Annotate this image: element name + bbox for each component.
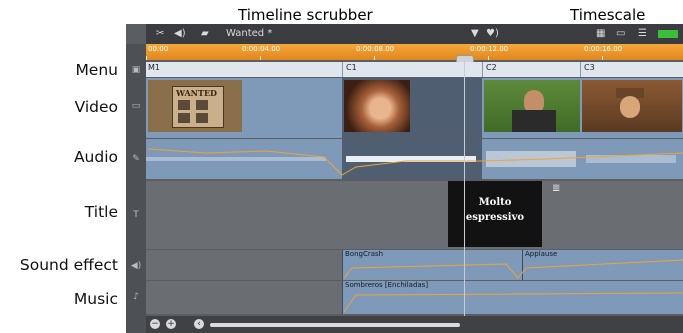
menu-label: Menu bbox=[75, 61, 118, 79]
folder-icon[interactable]: ▰ bbox=[201, 27, 209, 41]
music-volume-line bbox=[343, 292, 683, 313]
title-line: Molto bbox=[478, 197, 512, 208]
title-track-icon: T bbox=[133, 210, 139, 220]
audio-track: ✎ ◀ bbox=[132, 139, 683, 179]
music-label: Music bbox=[73, 290, 118, 308]
tick-label: 0:00:04.00 bbox=[242, 45, 281, 53]
horizontal-scrollbar[interactable] bbox=[210, 323, 460, 327]
voiceover-icon[interactable]: ♥) bbox=[486, 27, 499, 41]
zoom-in-icon[interactable]: + bbox=[166, 319, 176, 329]
audio-mic-icon: ✎ bbox=[132, 154, 140, 164]
zoom-out-icon[interactable]: − bbox=[150, 319, 160, 329]
playhead-line bbox=[464, 60, 465, 316]
tick-label: 00:00 bbox=[148, 45, 169, 53]
timeline-toolbar: ✂ ◀) ▰ Wanted * ▼ ♥) ▦ ▭ ☰ bbox=[146, 24, 683, 44]
chapter-marker[interactable]: C3 bbox=[584, 63, 595, 72]
track-icon-strip bbox=[126, 44, 146, 333]
timeline-bottom-bar: − + ‹ bbox=[146, 316, 683, 333]
scroll-left-icon[interactable]: ‹ bbox=[194, 319, 204, 329]
timescale[interactable]: 00:00 0:00:04.00 0:00:08.00 0:00:12.00 0… bbox=[146, 44, 683, 60]
chapter-marker[interactable]: C1 bbox=[346, 63, 357, 72]
wanted-poster-text: WANTED bbox=[176, 88, 217, 98]
music-note-icon: ♪ bbox=[133, 292, 139, 302]
music-track: ♪ Sombreros [Enchiladas] bbox=[133, 281, 683, 314]
audio-label: Audio bbox=[73, 148, 118, 166]
sound-effect-track: ◀) BongCrash Applause bbox=[131, 250, 683, 280]
timeline-view-icon[interactable]: ▭ bbox=[616, 27, 625, 41]
camera-icon: ▭ bbox=[131, 101, 141, 111]
video-clip-selected[interactable] bbox=[342, 78, 482, 138]
project-name: Wanted * bbox=[226, 28, 273, 39]
tick-label: 0:00:08.00 bbox=[356, 45, 395, 53]
menu-track-icon: ▣ bbox=[131, 65, 141, 75]
menu-marker[interactable]: M1 bbox=[148, 63, 160, 72]
title-clip[interactable]: Molto espressivo bbox=[448, 181, 542, 247]
title-edit-icon[interactable]: ≣ bbox=[552, 183, 560, 194]
video-clip-thumbnail[interactable] bbox=[582, 80, 682, 132]
speaker-icon[interactable]: ◀) bbox=[174, 27, 186, 41]
video-clip-thumbnail bbox=[344, 80, 410, 132]
title-line: espressivo bbox=[465, 212, 525, 223]
audio-waveform bbox=[146, 148, 683, 176]
level-meter bbox=[658, 30, 678, 38]
sound-effect-label: Sound effect bbox=[19, 256, 118, 274]
video-label: Video bbox=[74, 98, 118, 116]
menu-track: ▣ M1 C1 C2 C3 bbox=[132, 62, 683, 77]
marker-icon[interactable]: ▼ bbox=[471, 27, 479, 41]
title-track: T Molto espressivo ≣ bbox=[133, 181, 683, 249]
video-track: ▭ WANTED ▲ bbox=[132, 78, 683, 138]
title-label: Title bbox=[84, 203, 118, 221]
timeline-window: ✂ ◀) ▰ Wanted * ▼ ♥) ▦ ▭ ☰ 00:00 0:00:04… bbox=[126, 24, 683, 333]
speaker-icon: ◀) bbox=[130, 261, 142, 271]
video-clip-thumbnail[interactable]: WANTED bbox=[148, 80, 242, 132]
text-view-icon[interactable]: ☰ bbox=[638, 27, 647, 41]
chapter-marker[interactable]: C2 bbox=[486, 63, 497, 72]
storyboard-icon[interactable]: ▦ bbox=[596, 27, 605, 41]
tick-label: 0:00:16.00 bbox=[584, 45, 623, 53]
scissors-icon[interactable]: ✂ bbox=[156, 27, 164, 41]
video-clip-thumbnail[interactable] bbox=[484, 80, 580, 132]
sound-effect-volume-line bbox=[343, 259, 683, 279]
tick-label: 0:00:12.00 bbox=[470, 45, 509, 53]
